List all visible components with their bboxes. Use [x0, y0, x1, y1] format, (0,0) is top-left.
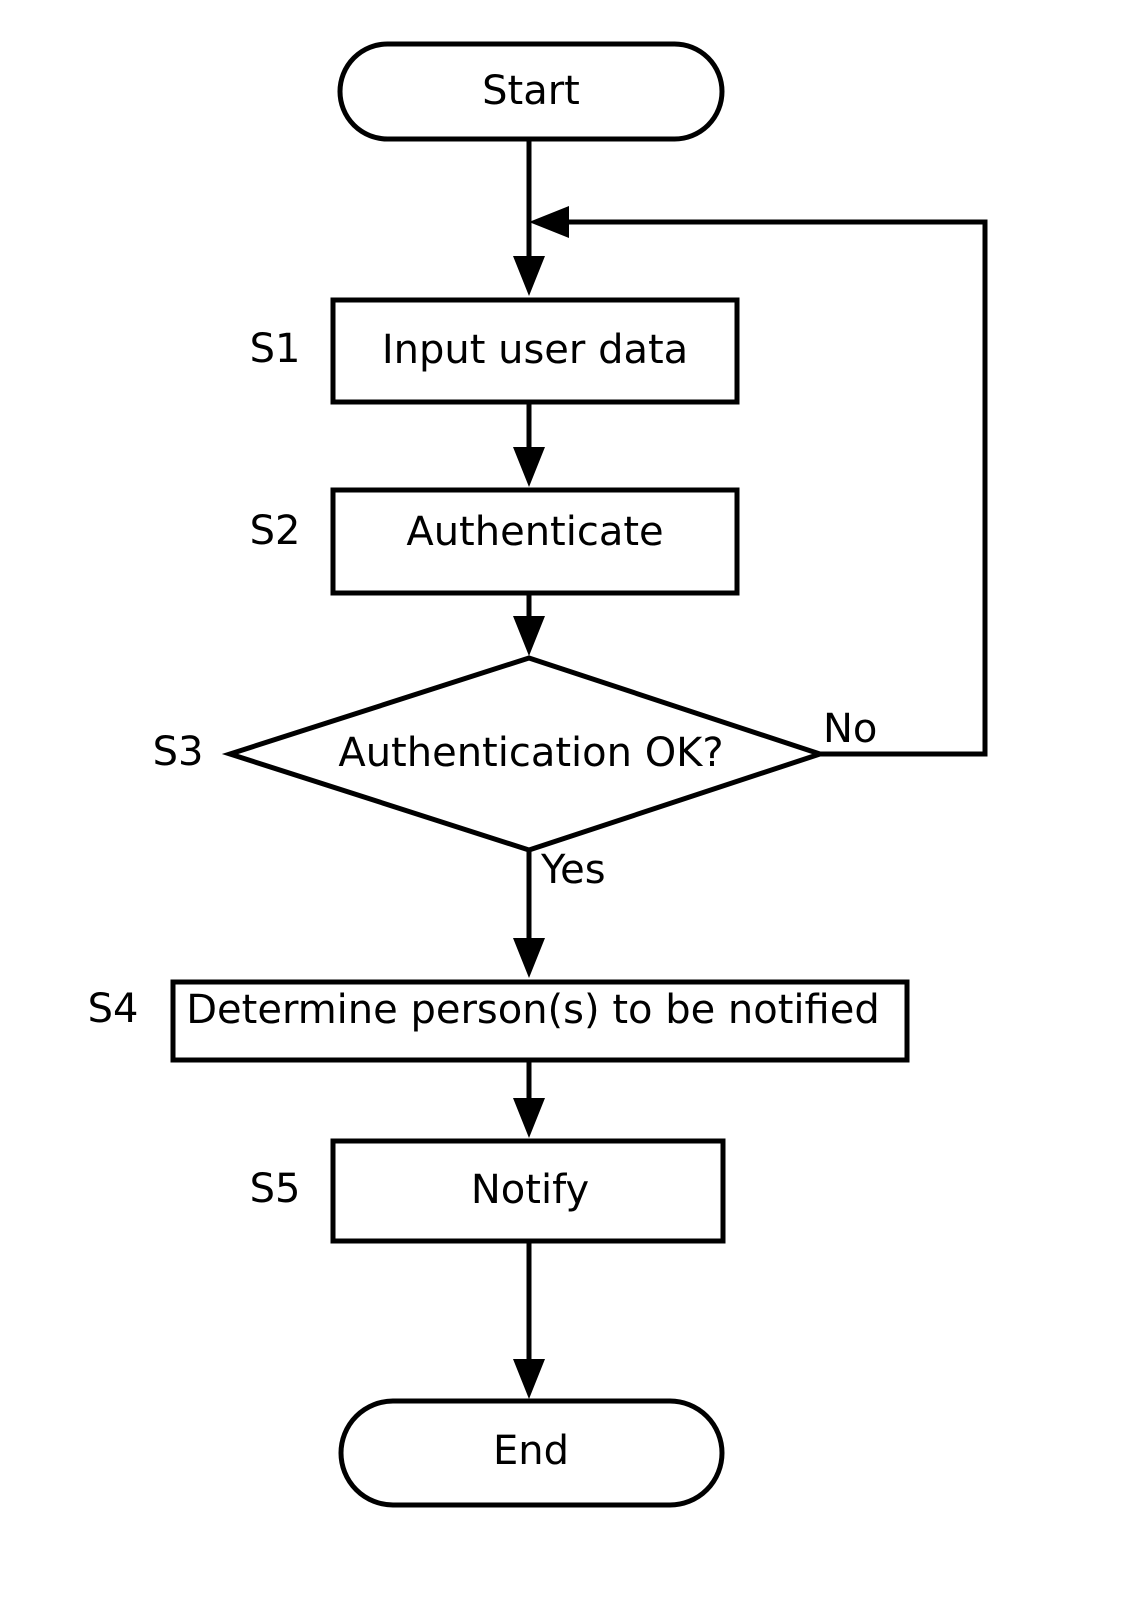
node-s5[interactable]: S5 Notify [250, 1138, 726, 1244]
s3-label: Authentication OK? [338, 730, 723, 776]
s4-label: Determine person(s) to be notified [186, 987, 879, 1033]
step-label-s3: S3 [153, 729, 204, 775]
s2-label: Authenticate [406, 509, 663, 555]
node-s4[interactable]: S4 Determine person(s) to be notified [88, 979, 910, 1063]
start-label: Start [482, 68, 580, 114]
end-label: End [493, 1428, 569, 1474]
arrow-down-icon [513, 616, 545, 656]
s1-label: Input user data [382, 327, 688, 373]
arrow-down-icon [513, 447, 545, 487]
flowchart-canvas: Start S1 Input user data S2 Authenticate… [0, 0, 1122, 1604]
arrow-down-icon [513, 256, 545, 296]
node-s3[interactable]: S3 Authentication OK? No Yes [153, 655, 878, 893]
arrow-down-icon [513, 1098, 545, 1138]
connector-s5-to-end [513, 1241, 545, 1399]
edge-label-yes: Yes [540, 847, 606, 893]
step-label-s2: S2 [250, 508, 301, 554]
arrow-down-icon [513, 1359, 545, 1399]
step-label-s4: S4 [88, 986, 139, 1032]
node-start[interactable]: Start [337, 41, 725, 142]
step-label-s5: S5 [250, 1166, 301, 1212]
flowchart-svg: Start S1 Input user data S2 Authenticate… [88, 41, 988, 1508]
arrow-down-icon [513, 938, 545, 978]
node-s2[interactable]: S2 Authenticate [250, 487, 740, 596]
arrow-left-icon [529, 206, 569, 238]
edge-label-no: No [823, 706, 877, 752]
step-label-s1: S1 [250, 326, 301, 372]
connector-s3-no-feedback-loop [529, 206, 988, 757]
node-end[interactable]: End [338, 1398, 725, 1508]
connector-start-to-s1 [513, 138, 545, 296]
connector-s2-to-s3 [513, 593, 545, 656]
connector-s1-to-s2 [513, 402, 545, 487]
node-s1[interactable]: S1 Input user data [250, 297, 740, 405]
connector-s4-to-s5 [513, 1060, 545, 1138]
s5-label: Notify [471, 1167, 589, 1213]
